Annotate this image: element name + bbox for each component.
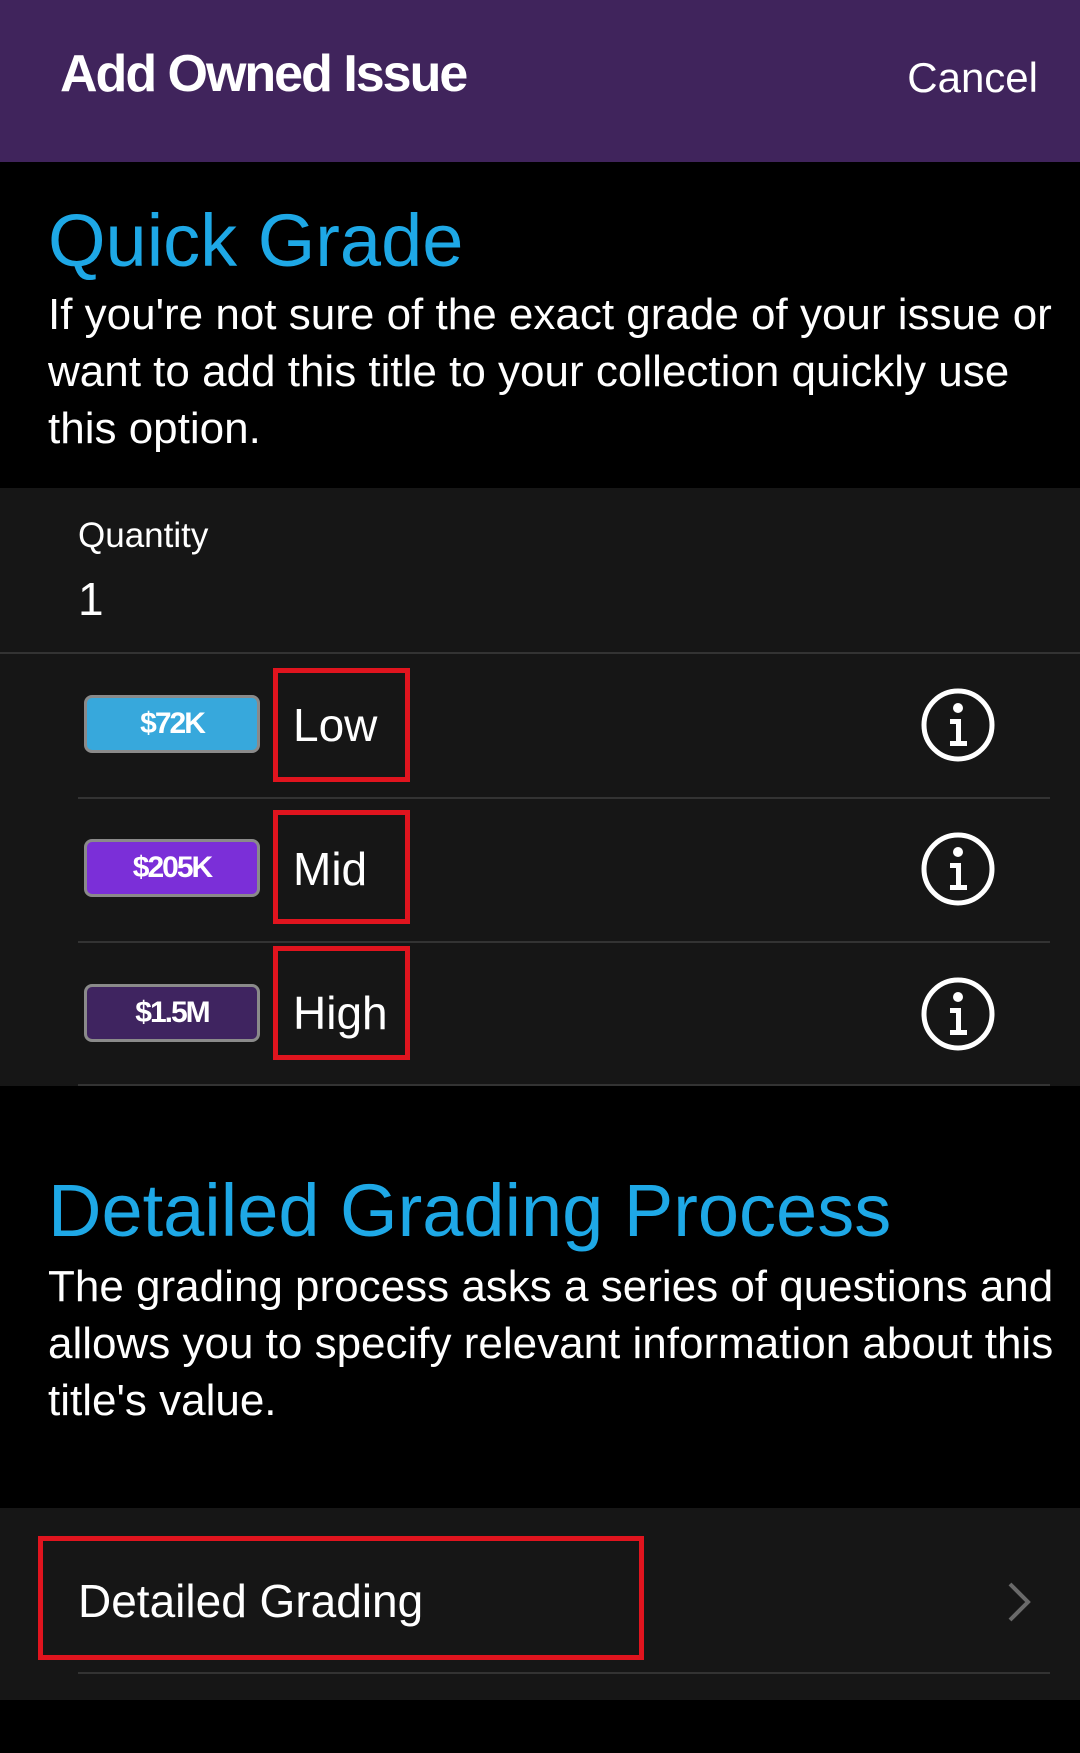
grade-label-high: High [293,987,388,1039]
info-icon[interactable] [920,687,996,763]
grade-label-low: Low [293,699,378,751]
quantity-label: Quantity [78,516,209,555]
detailed-grading-description: The grading process asks a series of que… [48,1262,1054,1425]
grade-row-low[interactable]: $72K Low [0,654,1080,796]
grade-row-high[interactable]: $1.5M High [0,942,1080,1084]
value-badge: $205K [84,839,260,897]
quick-grade-description: If you're not sure of the exact grade of… [48,290,1052,453]
divider [78,1084,1050,1086]
grade-row-mid[interactable]: $205K Mid [0,798,1080,940]
detailed-grading-label: Detailed Grading [78,1575,424,1627]
quantity-field[interactable]: 1 [78,572,104,626]
info-icon[interactable] [920,976,996,1052]
info-icon[interactable] [920,831,996,907]
app-header: Add Owned Issue Cancel [0,0,1080,162]
page-title: Add Owned Issue [60,45,468,103]
cancel-button[interactable]: Cancel [907,54,1038,102]
quick-grade-title: Quick Grade [48,199,464,282]
chevron-right-icon [1008,1582,1031,1622]
detailed-grading-title: Detailed Grading Process [48,1169,892,1252]
value-badge: $72K [84,695,260,753]
divider [78,1672,1050,1674]
value-badge: $1.5M [84,984,260,1042]
grade-label-mid: Mid [293,843,368,895]
